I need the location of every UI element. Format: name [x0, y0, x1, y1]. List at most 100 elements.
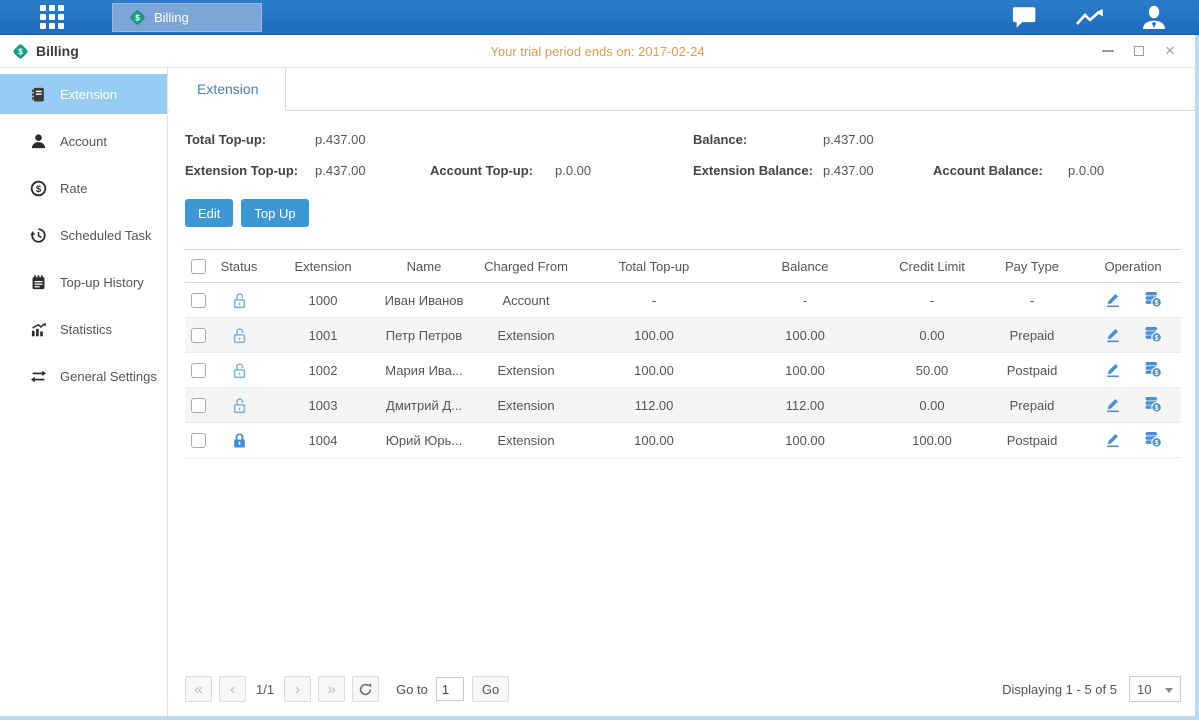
billing-diamond-icon: $: [12, 43, 29, 60]
sidebar-item-top-up-history[interactable]: Top-up History: [0, 262, 167, 302]
displaying-text: Displaying 1 - 5 of 5: [1002, 682, 1117, 697]
top-up-coins-icon[interactable]: $: [1144, 430, 1162, 448]
transfer-icon: [30, 368, 47, 385]
sidebar-item-label: Top-up History: [60, 275, 144, 290]
top-up-coins-icon[interactable]: $: [1144, 360, 1162, 378]
page-indicator: 1/1: [256, 682, 274, 697]
top-up-coins-icon[interactable]: $: [1144, 325, 1162, 343]
charged-from-cell: Account: [469, 283, 583, 318]
account-balance-label: Account Balance:: [933, 163, 1068, 178]
pagination-bar: « ‹ 1/1 › » Go to Go Displaying 1 - 5 of…: [168, 672, 1195, 716]
first-page-button[interactable]: «: [185, 676, 212, 702]
extension-cell: 1004: [267, 423, 379, 458]
window-titlebar: $ Billing Your trial period ends on: 201…: [0, 35, 1195, 68]
reports-chart-icon[interactable]: [1075, 5, 1105, 31]
column-header-charged-from: Charged From: [469, 250, 583, 283]
prev-page-button[interactable]: ‹: [219, 676, 246, 702]
balance-value: p.437.00: [823, 132, 933, 147]
minimize-icon[interactable]: [1101, 44, 1115, 58]
row-checkbox[interactable]: [191, 363, 206, 378]
table-header-row: StatusExtensionNameCharged FromTotal Top…: [185, 250, 1181, 283]
taskbar-tab-billing[interactable]: $ Billing: [112, 3, 262, 32]
sidebar-item-scheduled-task[interactable]: Scheduled Task: [0, 215, 167, 255]
trial-notice: Your trial period ends on: 2017-02-24: [490, 44, 704, 59]
row-checkbox[interactable]: [191, 433, 206, 448]
extensions-table-area: StatusExtensionNameCharged FromTotal Top…: [168, 227, 1195, 672]
svg-text:$: $: [1155, 370, 1159, 377]
window-title: Billing: [36, 43, 79, 59]
operation-cell: $: [1085, 353, 1181, 388]
svg-text:$: $: [1155, 405, 1159, 412]
messages-icon[interactable]: [1011, 5, 1041, 31]
taskbar: $ Billing: [0, 0, 1199, 35]
app-launcher-grid-icon[interactable]: [37, 2, 67, 32]
edit-pencil-icon[interactable]: [1104, 430, 1122, 448]
svg-text:$: $: [1155, 335, 1159, 342]
extension-topup-value: p.437.00: [315, 163, 430, 178]
maximize-icon[interactable]: [1132, 44, 1146, 58]
account-balance-value: p.0.00: [1068, 163, 1104, 178]
lock-open-icon[interactable]: [211, 283, 267, 318]
balance-cell: -: [725, 283, 885, 318]
table-row: 1001 Петр Петров Extension 100.00 100.00…: [185, 318, 1181, 353]
credit-limit-cell: 100.00: [885, 423, 979, 458]
notepad-icon: [30, 274, 47, 291]
balance-cell: 100.00: [725, 423, 885, 458]
rate-icon: $: [30, 180, 47, 197]
total-topup-cell: 100.00: [583, 318, 725, 353]
lock-open-icon[interactable]: [211, 388, 267, 423]
table-body: 1000 Иван Иванов Account - - - - $ 1001 …: [185, 283, 1181, 458]
top-up-button[interactable]: Top Up: [241, 199, 308, 227]
extensions-table: StatusExtensionNameCharged FromTotal Top…: [185, 249, 1181, 458]
edit-pencil-icon[interactable]: [1104, 360, 1122, 378]
goto-page-input[interactable]: [436, 677, 464, 701]
next-page-button[interactable]: ›: [284, 676, 311, 702]
credit-limit-cell: 0.00: [885, 388, 979, 423]
row-checkbox[interactable]: [191, 328, 206, 343]
lock-open-icon[interactable]: [211, 353, 267, 388]
page-size-select[interactable]: 10: [1129, 676, 1181, 702]
sidebar-item-extension[interactable]: Extension: [0, 74, 167, 114]
charged-from-cell: Extension: [469, 353, 583, 388]
row-select-cell: [185, 283, 211, 318]
sidebar-nav: Extension Account $ Rate Scheduled Task …: [0, 68, 168, 716]
edit-pencil-icon[interactable]: [1104, 290, 1122, 308]
edit-button[interactable]: Edit: [185, 199, 233, 227]
column-header-total-top-up: Total Top-up: [583, 250, 725, 283]
sidebar-item-label: Statistics: [60, 322, 112, 337]
close-icon[interactable]: ×: [1163, 44, 1177, 58]
go-button[interactable]: Go: [472, 676, 509, 702]
tab-extension[interactable]: Extension: [170, 68, 286, 111]
select-all-checkbox[interactable]: [191, 259, 206, 274]
sidebar-item-label: Extension: [60, 87, 117, 102]
top-up-coins-icon[interactable]: $: [1144, 395, 1162, 413]
name-cell: Дмитрий Д...: [379, 388, 469, 423]
edit-pencil-icon[interactable]: [1104, 395, 1122, 413]
table-row: 1000 Иван Иванов Account - - - - $: [185, 283, 1181, 318]
sidebar-item-rate[interactable]: $ Rate: [0, 168, 167, 208]
account-topup-value: p.0.00: [555, 163, 591, 178]
lock-open-icon[interactable]: [211, 318, 267, 353]
extension-cell: 1002: [267, 353, 379, 388]
taskbar-right-icons: [1011, 0, 1169, 35]
row-checkbox[interactable]: [191, 293, 206, 308]
row-checkbox[interactable]: [191, 398, 206, 413]
sidebar-item-general-settings[interactable]: General Settings: [0, 356, 167, 396]
person-icon: [30, 133, 47, 150]
edit-pencil-icon[interactable]: [1104, 325, 1122, 343]
top-up-coins-icon[interactable]: $: [1144, 290, 1162, 308]
total-topup-cell: 100.00: [583, 423, 725, 458]
sidebar-item-statistics[interactable]: Statistics: [0, 309, 167, 349]
taskbar-tab-label: Billing: [154, 10, 189, 25]
clock-icon: [30, 227, 47, 244]
operation-cell: $: [1085, 318, 1181, 353]
ledger-icon: [30, 86, 47, 103]
last-page-button[interactable]: »: [318, 676, 345, 702]
column-header-status: Status: [211, 250, 267, 283]
sidebar-item-account[interactable]: Account: [0, 121, 167, 161]
credit-limit-cell: -: [885, 283, 979, 318]
user-account-icon[interactable]: [1139, 5, 1169, 31]
refresh-button[interactable]: [352, 676, 379, 702]
lock-closed-icon[interactable]: [211, 423, 267, 458]
extension-balance-value: p.437.00: [823, 163, 933, 178]
